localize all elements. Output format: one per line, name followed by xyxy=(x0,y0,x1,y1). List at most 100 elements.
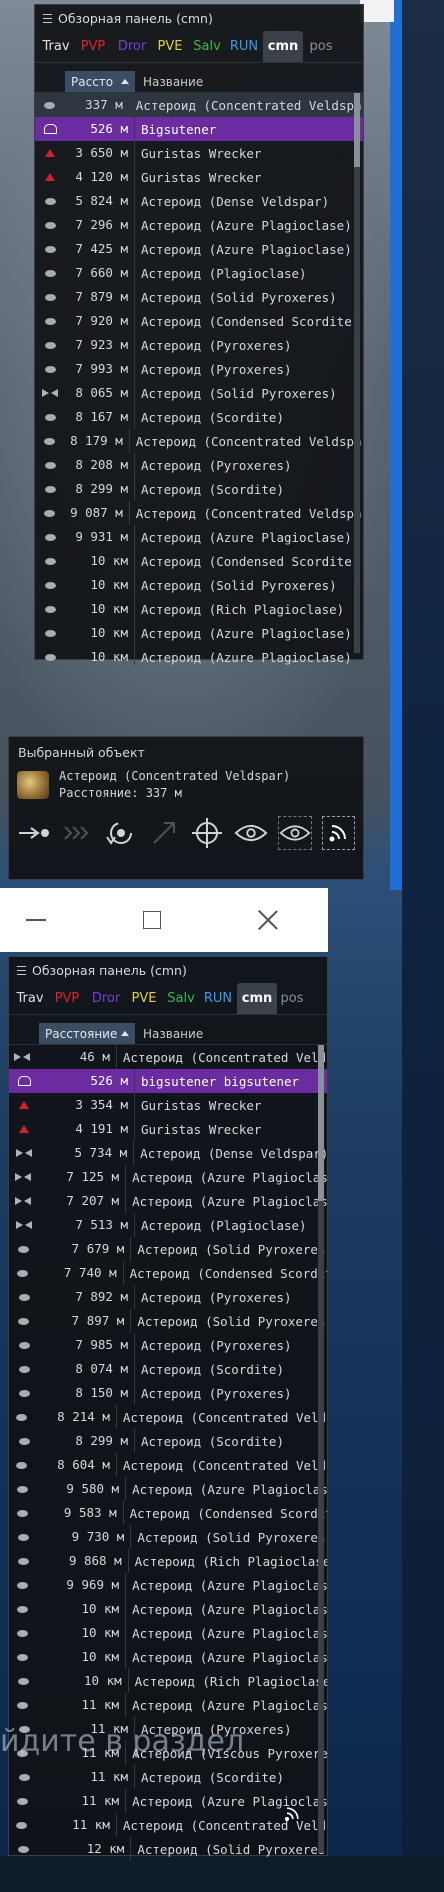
table-row[interactable]: 8 299 м Астероид (Scordite) xyxy=(9,1429,327,1453)
row-distance: 7 513 м xyxy=(39,1213,135,1237)
overview-header[interactable]: Обзорная панель (cmn) xyxy=(35,5,363,31)
table-row[interactable]: 8 299 м Астероид (Scordite) xyxy=(35,477,363,501)
table-row[interactable]: 7 513 м Астероид (Plagioclase) xyxy=(9,1213,327,1237)
table-row[interactable]: 3 650 м Guristas Wrecker xyxy=(35,141,363,165)
row-name: Астероид (Azure Plagioclase) xyxy=(132,1169,327,1185)
lock-target-icon[interactable] xyxy=(190,816,223,850)
tab-pos[interactable]: pos xyxy=(303,31,339,62)
table-row[interactable]: 8 074 м Астероид (Scordite) xyxy=(9,1357,327,1381)
table-row[interactable]: 7 879 м Астероид (Solid Pyroxeres) xyxy=(35,285,363,309)
column-name[interactable]: Название xyxy=(135,75,203,89)
table-row[interactable]: 8 150 м Астероид (Pyroxeres) xyxy=(9,1381,327,1405)
table-row[interactable]: 10 км Астероид (Azure Plagioclase) xyxy=(9,1621,327,1645)
table-row[interactable]: 8 214 м Астероид (Concentrated Veldspar) xyxy=(9,1405,327,1429)
column-distance[interactable]: Рассто xyxy=(65,71,135,92)
broadcast-icon[interactable] xyxy=(321,816,355,850)
tab-trav[interactable]: Trav xyxy=(13,983,47,1014)
table-row[interactable]: 8 167 м Астероид (Scordite) xyxy=(35,405,363,429)
table-row[interactable]: 7 993 м Астероид (Pyroxeres) xyxy=(35,357,363,381)
table-row[interactable]: 7 207 м Астероид (Azure Plagioclase) xyxy=(9,1189,327,1213)
tab-run[interactable]: RUN xyxy=(199,983,237,1014)
table-row[interactable]: 11 км Астероид (Azure Plagioclase) xyxy=(9,1789,327,1813)
table-row[interactable]: 11 км Астероид (Azure Plagioclase) xyxy=(9,1693,327,1717)
look-at-icon[interactable] xyxy=(234,816,268,850)
table-row[interactable]: 11 км Астероид (Viscous Pyroxeres) xyxy=(9,1741,327,1765)
tab-run[interactable]: RUN xyxy=(225,31,263,62)
tab-pve[interactable]: PVE xyxy=(125,983,163,1014)
column-name[interactable]: Название xyxy=(135,1027,203,1041)
orbit-icon[interactable] xyxy=(104,816,137,850)
table-row[interactable]: 3 354 м Guristas Wrecker xyxy=(9,1093,327,1117)
tab-pvp[interactable]: PVP xyxy=(73,31,113,62)
table-row[interactable]: 4 120 м Guristas Wrecker xyxy=(35,165,363,189)
tab-cmn[interactable]: cmn xyxy=(263,31,303,62)
table-row[interactable]: 10 км Астероид (Rich Plagioclase) xyxy=(35,597,363,621)
table-row[interactable]: 7 923 м Астероид (Pyroxeres) xyxy=(35,333,363,357)
menu-icon[interactable] xyxy=(43,13,52,23)
tab-dror[interactable]: Dror xyxy=(87,983,125,1014)
table-row[interactable]: 526 м Bigsutener xyxy=(35,117,363,141)
scrollbar-thumb[interactable] xyxy=(354,93,360,167)
table-row[interactable]: 7 892 м Астероид (Pyroxeres) xyxy=(9,1285,327,1309)
table-row[interactable]: 9 730 м Астероид (Solid Pyroxeres) xyxy=(9,1525,327,1549)
table-row[interactable]: 12 км Астероид (Solid Pyroxeres) xyxy=(9,1837,327,1861)
table-row[interactable]: 9 969 м Астероид (Azure Plagioclase) xyxy=(9,1573,327,1597)
table-row[interactable]: 9 868 м Астероид (Rich Plagioclase) xyxy=(9,1549,327,1573)
table-row[interactable]: 11 км Астероид (Scordite) xyxy=(9,1765,327,1789)
tab-trav[interactable]: Trav xyxy=(39,31,73,62)
table-row[interactable]: 10 км Астероид (Solid Pyroxeres) xyxy=(35,573,363,597)
table-row[interactable]: 9 580 м Астероид (Azure Plagioclase) xyxy=(9,1477,327,1501)
table-row[interactable]: 4 191 м Guristas Wrecker xyxy=(9,1117,327,1141)
table-row[interactable]: 46 м Астероид (Concentrated Veldspar) xyxy=(9,1045,327,1069)
table-row[interactable]: 5 734 м Астероид (Dense Veldspar) xyxy=(9,1141,327,1165)
table-row[interactable]: 7 985 м Астероид (Pyroxeres) xyxy=(9,1333,327,1357)
table-row[interactable]: 8 604 м Астероид (Concentrated Veldspar) xyxy=(9,1453,327,1477)
table-row[interactable]: 11 кмАстероид (Concentrated Veldspar) xyxy=(9,1813,327,1837)
table-row[interactable]: 7 660 м Астероид (Plagioclase) xyxy=(35,261,363,285)
table-row[interactable]: 7 897 м Астероид (Solid Pyroxeres) xyxy=(9,1309,327,1333)
tab-pvp[interactable]: PVP xyxy=(47,983,87,1014)
table-row[interactable]: 526 м bigsutener bigsutener xyxy=(9,1069,327,1093)
table-row[interactable]: 9 583 м Астероид (Condensed Scordite) xyxy=(9,1501,327,1525)
close-button[interactable] xyxy=(232,888,304,952)
table-row[interactable]: 9 087 м Астероид (Concentrated Veldspar) xyxy=(35,501,363,525)
table-row[interactable]: 9 931 м Астероид (Azure Plagioclase) xyxy=(35,525,363,549)
show-info-icon[interactable] xyxy=(277,816,312,850)
tab-dror[interactable]: Dror xyxy=(113,31,151,62)
tab-pos[interactable]: pos xyxy=(277,983,307,1014)
tab-salv[interactable]: Salv xyxy=(163,983,199,1014)
table-row[interactable]: 10 км Астероид (Azure Plagioclase) xyxy=(9,1645,327,1669)
table-row[interactable]: 7 296 м Астероид (Azure Plagioclase) xyxy=(35,213,363,237)
menu-icon[interactable] xyxy=(17,965,26,975)
table-row[interactable]: 7 740 м Астероид (Condensed Scordite) xyxy=(9,1261,327,1285)
scrollbar[interactable] xyxy=(318,1045,324,1853)
table-row[interactable]: 7 679 м Астероид (Solid Pyroxeres) xyxy=(9,1237,327,1261)
table-row[interactable]: 10 км Астероид (Rich Plagioclase) xyxy=(9,1669,327,1693)
tab-salv[interactable]: Salv xyxy=(189,31,225,62)
column-distance[interactable]: Расстояние xyxy=(39,1023,135,1044)
tab-cmn[interactable]: cmn xyxy=(237,983,277,1014)
table-row[interactable]: 8 065 м Астероид (Solid Pyroxeres) xyxy=(35,381,363,405)
maximize-button[interactable] xyxy=(116,888,188,952)
table-row[interactable]: 8 208 м Астероид (Pyroxeres) xyxy=(35,453,363,477)
jump-icon[interactable] xyxy=(147,816,180,850)
tab-pve[interactable]: PVE xyxy=(151,31,189,62)
warp-to-icon[interactable] xyxy=(60,816,93,850)
table-row[interactable]: 8 179 м Астероид (Concentrated Veldspar) xyxy=(35,429,363,453)
table-row[interactable]: 11 км Астероид (Pyroxeres) xyxy=(9,1717,327,1741)
scrollbar-thumb[interactable] xyxy=(318,1045,324,1201)
table-row[interactable]: 7 125 м Астероид (Azure Plagioclase) xyxy=(9,1165,327,1189)
approach-icon[interactable] xyxy=(17,816,50,850)
table-row[interactable]: 5 824 м Астероид (Dense Veldspar) xyxy=(35,189,363,213)
table-row[interactable]: 7 920 м Астероид (Condensed Scordite) xyxy=(35,309,363,333)
scrollbar[interactable] xyxy=(354,93,360,653)
row-distance: 8 065 м xyxy=(65,381,135,405)
table-row[interactable]: 10 км Астероид (Azure Plagioclase) xyxy=(9,1597,327,1621)
table-row[interactable]: 337 м Астероид (Concentrated Veldspar) xyxy=(35,93,363,117)
minimize-button[interactable] xyxy=(0,888,72,952)
table-row[interactable]: 10 км Астероид (Azure Plagioclase) xyxy=(35,645,363,665)
table-row[interactable]: 10 км Астероид (Azure Plagioclase) xyxy=(35,621,363,645)
table-row[interactable]: 7 425 м Астероид (Azure Plagioclase) xyxy=(35,237,363,261)
table-row[interactable]: 10 км Астероид (Condensed Scordite) xyxy=(35,549,363,573)
overview-header[interactable]: Обзорная панель (cmn) xyxy=(9,957,327,983)
